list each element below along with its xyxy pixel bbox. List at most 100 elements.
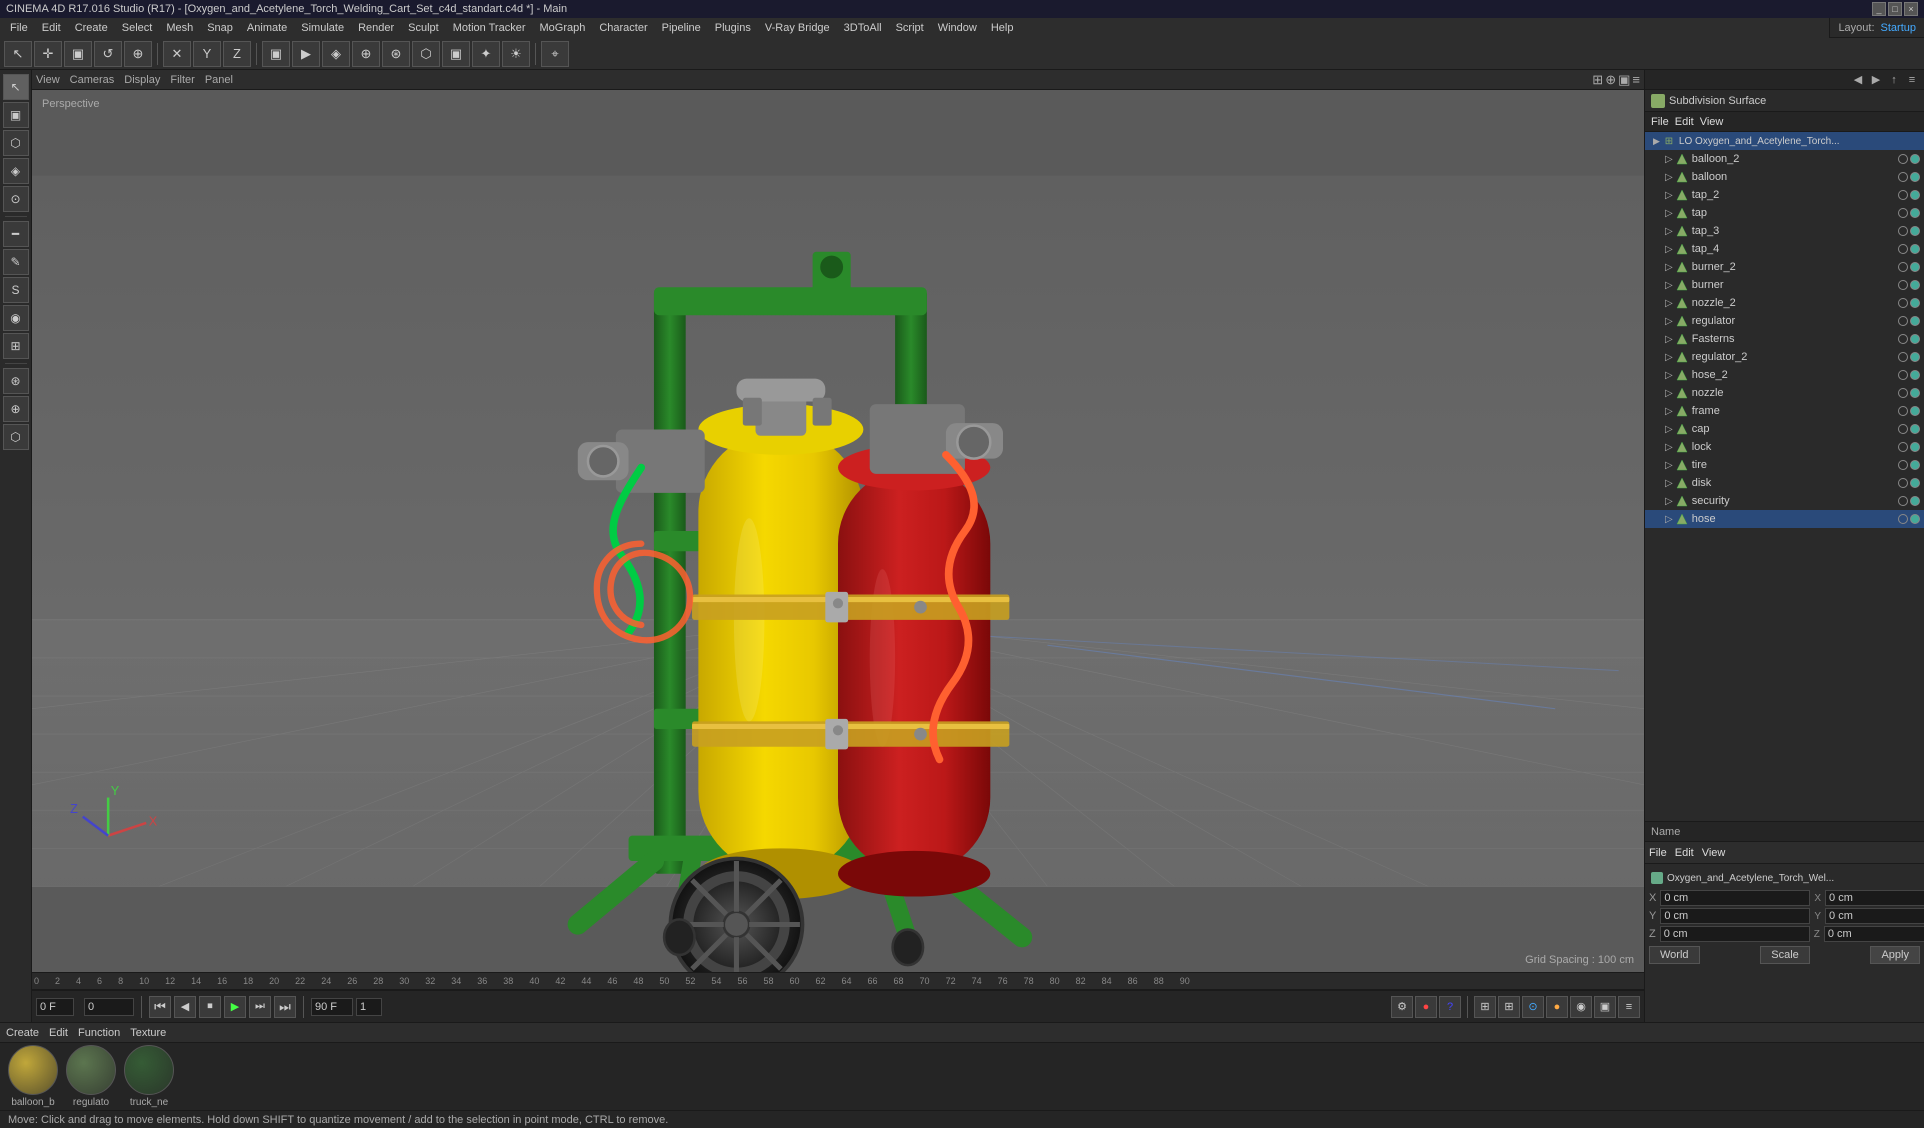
menu-item-character[interactable]: Character (593, 20, 653, 36)
obj-dot1-tire[interactable] (1898, 460, 1908, 470)
maximize-button[interactable]: □ (1888, 2, 1902, 16)
obj-dot2-tap_3[interactable] (1910, 226, 1920, 236)
object-tree-item-tap_4[interactable]: ▷tap_4 (1645, 240, 1924, 258)
render-r6[interactable]: ▣ (1594, 996, 1616, 1018)
menu-item-pipeline[interactable]: Pipeline (656, 20, 707, 36)
object-tree-item-cap[interactable]: ▷cap (1645, 420, 1924, 438)
obj-dot2-tap[interactable] (1910, 208, 1920, 218)
menu-item-3dtoall[interactable]: 3DToAll (838, 20, 888, 36)
obj-dot2-nozzle[interactable] (1910, 388, 1920, 398)
play-reverse-button[interactable]: ◀ (174, 996, 196, 1018)
object-tree-item-balloon_2[interactable]: ▷balloon_2 (1645, 150, 1924, 168)
play-button[interactable]: ▶ (224, 996, 246, 1018)
object-tree-item-security[interactable]: ▷security (1645, 492, 1924, 510)
menu-item-simulate[interactable]: Simulate (295, 20, 350, 36)
obj-dot2-cap[interactable] (1910, 424, 1920, 434)
render-r1[interactable]: ⊞ (1474, 996, 1496, 1018)
menu-item-mesh[interactable]: Mesh (160, 20, 199, 36)
obj-dot2-tap_2[interactable] (1910, 190, 1920, 200)
toolbar-btn-14[interactable]: ⊛ (382, 41, 410, 67)
left-tool-0[interactable]: ↖ (3, 74, 29, 100)
obj-dot1-balloon[interactable] (1898, 172, 1908, 182)
obj-dot1-regulator_2[interactable] (1898, 352, 1908, 362)
object-tree-item-hose[interactable]: ▷hose (1645, 510, 1924, 528)
left-tool-7[interactable]: ✎ (3, 249, 29, 275)
obj-dot2-lock[interactable] (1910, 442, 1920, 452)
menu-item-render[interactable]: Render (352, 20, 400, 36)
fps-input[interactable] (356, 998, 382, 1016)
mat-menu-edit[interactable]: Edit (49, 1027, 68, 1039)
obj-dot1-hose_2[interactable] (1898, 370, 1908, 380)
toolbar-btn-1[interactable]: ✛ (34, 41, 62, 67)
end-frame-input[interactable] (311, 998, 353, 1016)
current-frame-input[interactable] (36, 998, 74, 1016)
toolbar-btn-6[interactable]: ✕ (163, 41, 191, 67)
attr-y-size[interactable] (1825, 908, 1924, 924)
menu-item-v-ray bridge[interactable]: V-Ray Bridge (759, 20, 836, 36)
obj-mgr-icon1[interactable]: ◀ (1850, 72, 1866, 88)
menu-item-animate[interactable]: Animate (241, 20, 293, 36)
object-tree-item-burner[interactable]: ▷burner (1645, 276, 1924, 294)
object-tree-item-tap_2[interactable]: ▷tap_2 (1645, 186, 1924, 204)
left-tool-3[interactable]: ◈ (3, 158, 29, 184)
obj-mgr-menu-file[interactable]: File (1651, 116, 1669, 128)
toolbar-btn-3[interactable]: ↺ (94, 41, 122, 67)
attr-x-pos[interactable] (1660, 890, 1810, 906)
toolbar-btn-12[interactable]: ◈ (322, 41, 350, 67)
toolbar-btn-13[interactable]: ⊕ (352, 41, 380, 67)
render-r4[interactable]: ● (1546, 996, 1568, 1018)
viewport-menu-view[interactable]: View (36, 74, 60, 86)
obj-dot1-regulator[interactable] (1898, 316, 1908, 326)
stop-button[interactable]: ⏹ (199, 996, 221, 1018)
obj-dot2-regulator[interactable] (1910, 316, 1920, 326)
viewport-menu-filter[interactable]: Filter (170, 74, 194, 86)
left-tool-13[interactable]: ⊕ (3, 396, 29, 422)
obj-dot1-nozzle_2[interactable] (1898, 298, 1908, 308)
object-tree-item-nozzle[interactable]: ▷nozzle (1645, 384, 1924, 402)
attr-x-size[interactable] (1825, 890, 1924, 906)
left-tool-2[interactable]: ⬡ (3, 130, 29, 156)
viewport-menu-panel[interactable]: Panel (205, 74, 233, 86)
menu-item-edit[interactable]: Edit (36, 20, 67, 36)
attr-scale-button[interactable]: Scale (1760, 946, 1810, 964)
attr-z-size[interactable] (1824, 926, 1924, 942)
obj-dot1-tap_3[interactable] (1898, 226, 1908, 236)
toolbar-btn-10[interactable]: ▣ (262, 41, 290, 67)
left-tool-9[interactable]: ◉ (3, 305, 29, 331)
render-r5[interactable]: ◉ (1570, 996, 1592, 1018)
menu-item-script[interactable]: Script (890, 20, 930, 36)
obj-dot2-frame[interactable] (1910, 406, 1920, 416)
object-tree-item-tap_3[interactable]: ▷tap_3 (1645, 222, 1924, 240)
object-tree-item-hose_2[interactable]: ▷hose_2 (1645, 366, 1924, 384)
left-tool-14[interactable]: ⬡ (3, 424, 29, 450)
material-truck_ne[interactable]: truck_ne (124, 1045, 174, 1108)
obj-dot1-hose[interactable] (1898, 514, 1908, 524)
menu-item-motion tracker[interactable]: Motion Tracker (447, 20, 532, 36)
obj-dot1-burner_2[interactable] (1898, 262, 1908, 272)
object-tree-root[interactable]: ▶ ⊞ LO Oxygen_and_Acetylene_Torch... (1645, 132, 1924, 150)
viewport-icon-grid[interactable]: ⊞ (1592, 72, 1603, 88)
obj-dot2-nozzle_2[interactable] (1910, 298, 1920, 308)
obj-dot2-hose_2[interactable] (1910, 370, 1920, 380)
menu-item-sculpt[interactable]: Sculpt (402, 20, 445, 36)
obj-mgr-icon3[interactable]: ↑ (1886, 72, 1902, 88)
object-tree-item-balloon[interactable]: ▷balloon (1645, 168, 1924, 186)
viewport-menu-display[interactable]: Display (124, 74, 160, 86)
attr-mgr-menu-file[interactable]: File (1649, 847, 1667, 859)
toolbar-btn-15[interactable]: ⬡ (412, 41, 440, 67)
viewport-menu-cameras[interactable]: Cameras (70, 74, 115, 86)
attr-world-button[interactable]: World (1649, 946, 1700, 964)
object-tree-item-disk[interactable]: ▷disk (1645, 474, 1924, 492)
attr-y-pos[interactable] (1660, 908, 1810, 924)
render-active-view-button[interactable]: ● (1415, 996, 1437, 1018)
obj-dot1-tap_2[interactable] (1898, 190, 1908, 200)
left-tool-4[interactable]: ⊙ (3, 186, 29, 212)
go-to-start-button[interactable]: ⏮ (149, 996, 171, 1018)
left-tool-12[interactable]: ⊛ (3, 368, 29, 394)
menu-item-window[interactable]: Window (932, 20, 983, 36)
obj-dot1-frame[interactable] (1898, 406, 1908, 416)
toolbar-btn-11[interactable]: ▶ (292, 41, 320, 67)
obj-dot2-tire[interactable] (1910, 460, 1920, 470)
object-tree-item-regulator_2[interactable]: ▷regulator_2 (1645, 348, 1924, 366)
obj-mgr-menu-edit[interactable]: Edit (1675, 116, 1694, 128)
